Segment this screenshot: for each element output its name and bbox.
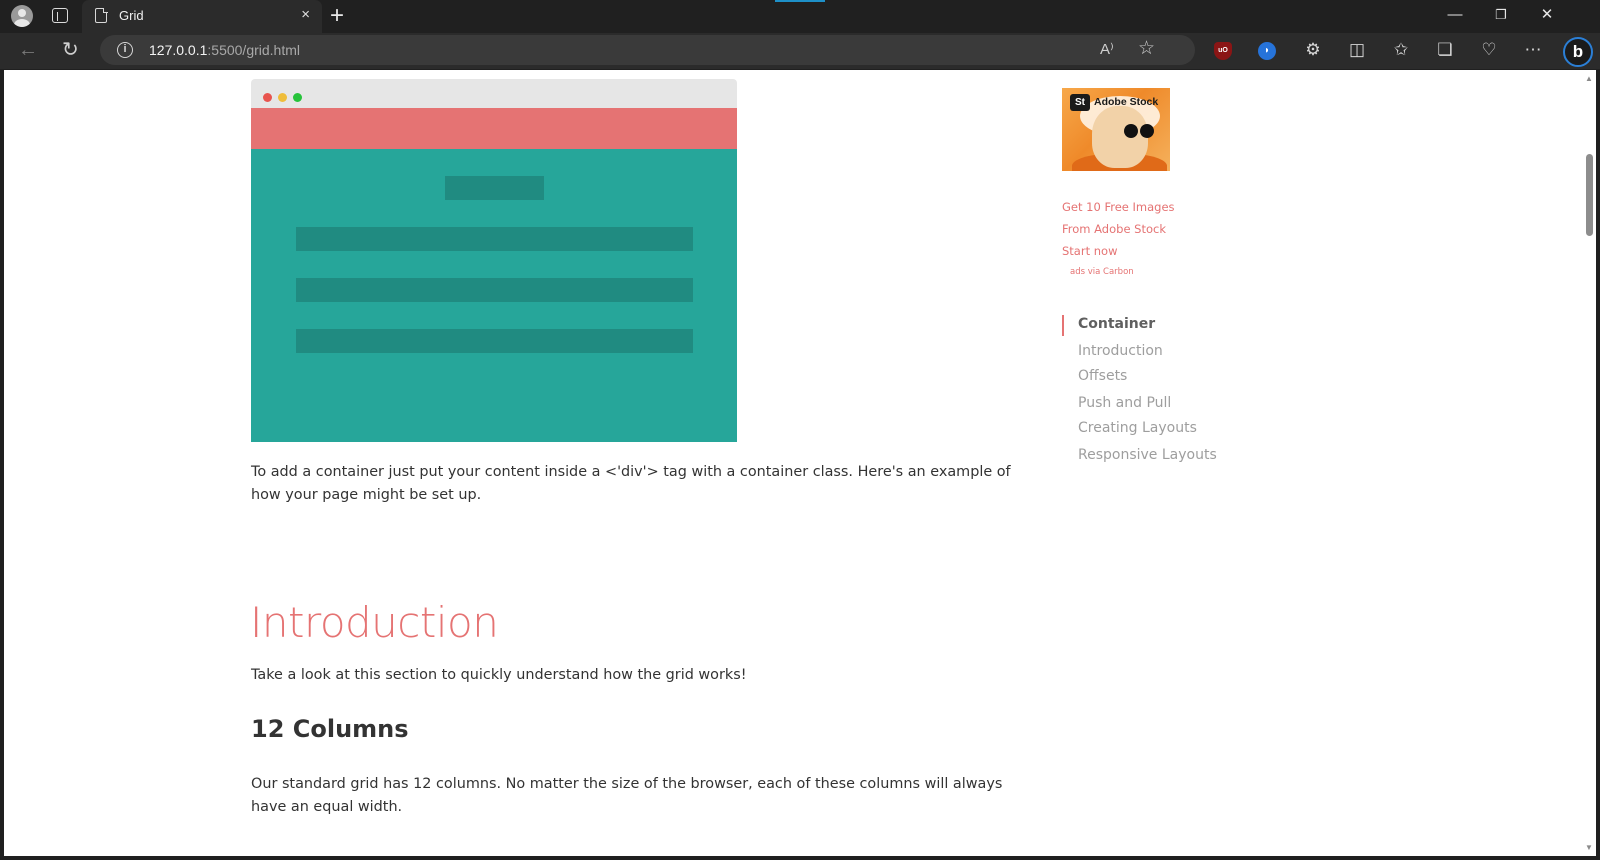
layout-illustration [251,79,737,442]
tab-title: Grid [119,8,144,23]
toc-item-responsive-layouts[interactable]: Responsive Layouts [1078,447,1217,463]
illustration-window-bar [251,79,737,108]
back-button[interactable]: ← [18,38,38,62]
more-menu-icon[interactable]: ⋯ [1520,39,1546,61]
close-window-button[interactable]: ✕ [1524,5,1570,25]
tab-grid[interactable]: Grid × [82,0,322,33]
minimize-button[interactable]: — [1432,5,1478,25]
collections-icon[interactable]: ❏ [1432,39,1458,61]
ublock-extension-icon[interactable]: uO [1214,42,1232,60]
illustration-row [296,278,693,302]
restore-button[interactable]: ❐ [1478,5,1524,25]
ad-face [1092,106,1148,168]
url-host: 127.0.0.1 [149,42,208,58]
page-viewport: To add a container just put your content… [4,70,1596,856]
ad-image[interactable]: St Adobe Stock [1062,88,1170,171]
reload-button[interactable]: ↻ [62,38,79,62]
ad-link-line3[interactable]: Start now [1062,240,1117,262]
url-path: :5500/grid.html [207,42,300,58]
toc-item-push-and-pull[interactable]: Push and Pull [1078,395,1171,411]
scroll-up-arrow-icon[interactable]: ▲ [1585,74,1593,83]
red-dot-icon [263,93,272,102]
illustration-title-block [445,176,544,200]
extension-icon[interactable]: ◗ [1258,42,1276,60]
twelve-columns-heading: 12 Columns [251,715,409,743]
new-tab-button[interactable]: + [330,3,344,29]
page-scrollbar[interactable]: ▲ ▼ [1582,70,1596,856]
profile-avatar-icon[interactable] [11,5,33,27]
favorite-star-icon[interactable]: ☆ [1138,37,1155,60]
split-screen-icon[interactable]: ◫ [1344,39,1370,61]
title-bar: Grid × + — ❐ ✕ [0,0,1600,33]
introduction-paragraph: Take a look at this section to quickly u… [251,667,747,683]
illustration-row [296,227,693,251]
tab-actions-icon[interactable] [52,8,68,23]
container-paragraph: To add a container just put your content… [251,464,1011,503]
toc-active-indicator [1062,315,1064,336]
site-info-icon[interactable]: i [117,42,133,58]
ad-sunglasses-icon [1124,124,1138,138]
illustration-header [251,108,737,149]
introduction-heading: Introduction [250,598,499,647]
columns-paragraph: Our standard grid has 12 columns. No mat… [251,776,1003,815]
bing-copilot-icon[interactable]: b [1563,37,1593,67]
window-focus-indicator [775,0,825,2]
ad-link-line1[interactable]: Get 10 Free Images [1062,196,1175,218]
green-dot-icon [293,93,302,102]
read-aloud-icon[interactable]: A⁾ [1100,40,1114,58]
illustration-container [251,149,737,442]
performance-icon[interactable]: ♡ [1476,39,1502,61]
illustration-row [296,329,693,353]
yellow-dot-icon [278,93,287,102]
address-bar[interactable]: i 127.0.0.1:5500/grid.html A⁾ ☆ [100,35,1195,65]
toc-item-offsets[interactable]: Offsets [1078,368,1127,384]
toc-item-creating-layouts[interactable]: Creating Layouts [1078,420,1197,436]
scroll-down-arrow-icon[interactable]: ▼ [1585,843,1593,852]
favorites-icon[interactable]: ✩ [1388,39,1414,61]
ad-sunglasses-icon [1140,124,1154,138]
ad-link-line2[interactable]: From Adobe Stock [1062,218,1166,240]
ads-via-carbon-link[interactable]: ads via Carbon [1070,267,1134,277]
page-icon [95,7,108,23]
toc-item-container[interactable]: Container [1078,316,1155,332]
ad-brand: Adobe Stock [1094,96,1159,108]
browser-toolbar: ← ↻ i 127.0.0.1:5500/grid.html A⁾ ☆ uO ◗… [0,33,1600,69]
tab-close-icon[interactable]: × [301,6,310,24]
adobe-stock-logo-icon: St [1070,94,1090,111]
toc-item-introduction[interactable]: Introduction [1078,343,1163,359]
extensions-icon[interactable]: ⚙ [1300,39,1326,61]
url-text[interactable]: 127.0.0.1:5500/grid.html [149,42,300,58]
scrollbar-thumb[interactable] [1586,154,1593,236]
